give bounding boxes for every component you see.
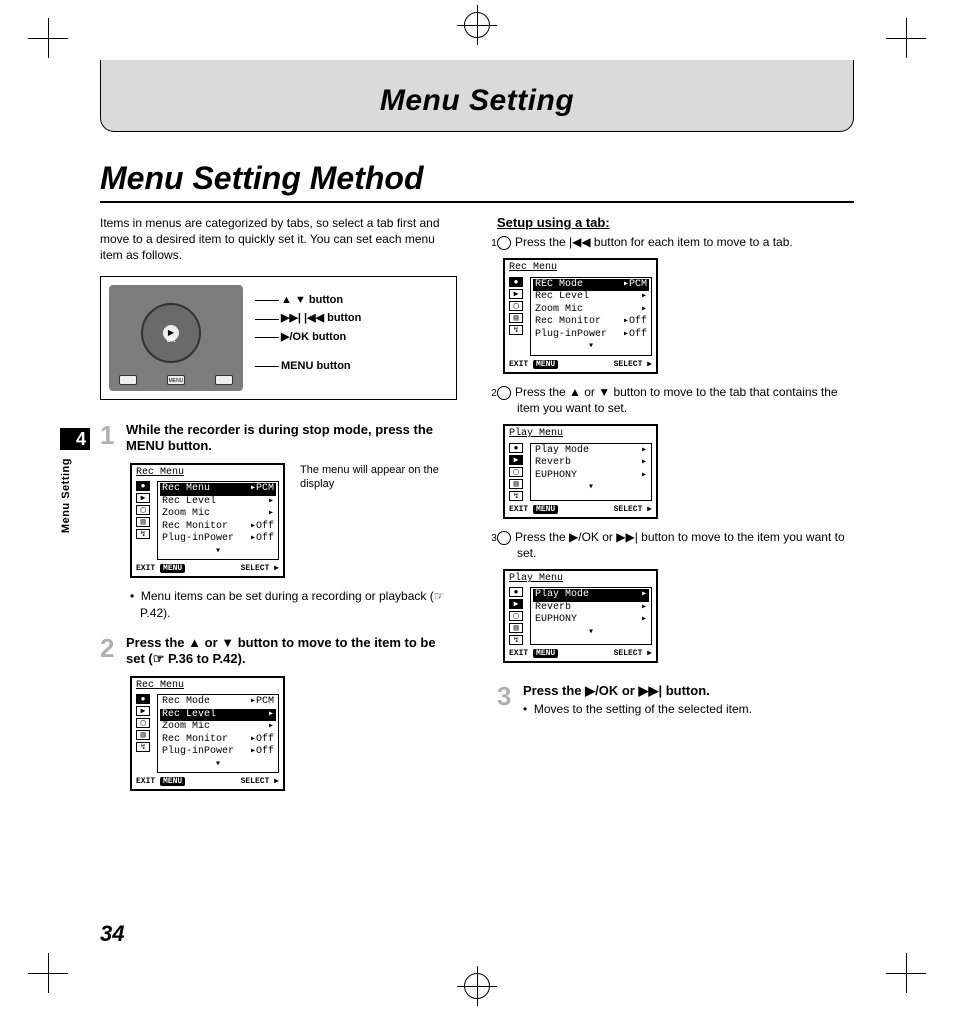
step-number: 3 [497,683,515,716]
dpad-icon: ▶ OK [141,303,201,363]
banner-title: Menu Setting [380,74,574,118]
crop-mark [28,18,68,58]
section-title: Menu Setting Method [100,160,854,203]
left-column: Items in menus are categorized by tabs, … [100,215,457,801]
margin-tab: 4 Menu Setting [60,428,90,533]
page-banner: Menu Setting [100,60,854,132]
margin-tab-label: Menu Setting [60,458,72,533]
right-column: Setup using a tab: 1Press the |◀◀ button… [497,215,854,801]
tab-step-1: 1Press the |◀◀ button for each item to m… [497,234,854,250]
step-1-note: The menu will appear on the display [300,463,440,492]
lcd-screen-4: Play Menu●▶▢▥↯Play Mode▸Reverb▸EUPHONY▸▾… [503,424,658,519]
crop-mark [886,953,926,993]
device-illustration: ▶ OK MENU [101,277,251,399]
registration-mark [464,12,490,38]
crop-mark [886,18,926,58]
step-text: Press the ▶/OK or ▶▶| button. [523,683,752,700]
step-number: 2 [100,635,118,668]
menu-button-icon: MENU [167,375,185,385]
device-diagram: ▶ OK MENU ▲ ▼ button ▶▶| |◀◀ button ▶/OK… [100,276,457,400]
device-callouts: ▲ ▼ button ▶▶| |◀◀ button ▶/OK button ME… [251,277,456,399]
step-1: 1 While the recorder is during stop mode… [100,422,457,455]
callout-ok: ▶/OK button [281,328,446,347]
intro-text: Items in menus are categorized by tabs, … [100,215,457,264]
step-1-bullet: • Menu items can be set during a recordi… [130,588,457,620]
lcd-screen-5: Play Menu●▶▢▥↯Play Mode▸Reverb▸EUPHONY▸▾… [503,569,658,664]
step-number: 1 [100,422,118,455]
callout-ff-rw: ▶▶| |◀◀ button [281,309,446,328]
crop-mark [28,953,68,993]
step-3: 3 Press the ▶/OK or ▶▶| button. • Moves … [497,683,854,716]
registration-mark [464,973,490,999]
callout-up-down: ▲ ▼ button [281,291,446,310]
tab-step-3: 3Press the ▶/OK or ▶▶| button to move to… [497,529,854,561]
step-3-bullet: • Moves to the setting of the selected i… [523,702,752,716]
tab-step-2: 2Press the ▲ or ▼ button to move to the … [497,384,854,416]
setup-using-tab-heading: Setup using a tab: [497,215,854,230]
step-text: Press the ▲ or ▼ button to move to the i… [126,635,457,668]
callout-menu: MENU button [281,357,446,376]
margin-tab-number: 4 [60,428,90,450]
step-2: 2 Press the ▲ or ▼ button to move to the… [100,635,457,668]
step-text: While the recorder is during stop mode, … [126,422,457,455]
page-number: 34 [100,921,124,947]
lcd-screen-2: Rec Menu●▶▢▥↯Rec Mode▸PCMRec Level▸Zoom … [130,676,285,792]
lcd-screen-3: Rec Menu●▶▢▥↯REC Mode▸PCMRec Level▸Zoom … [503,258,658,374]
lcd-screen-1: Rec Menu●▶▢▥↯Rec Menu▸PCMRec Level▸Zoom … [130,463,285,579]
